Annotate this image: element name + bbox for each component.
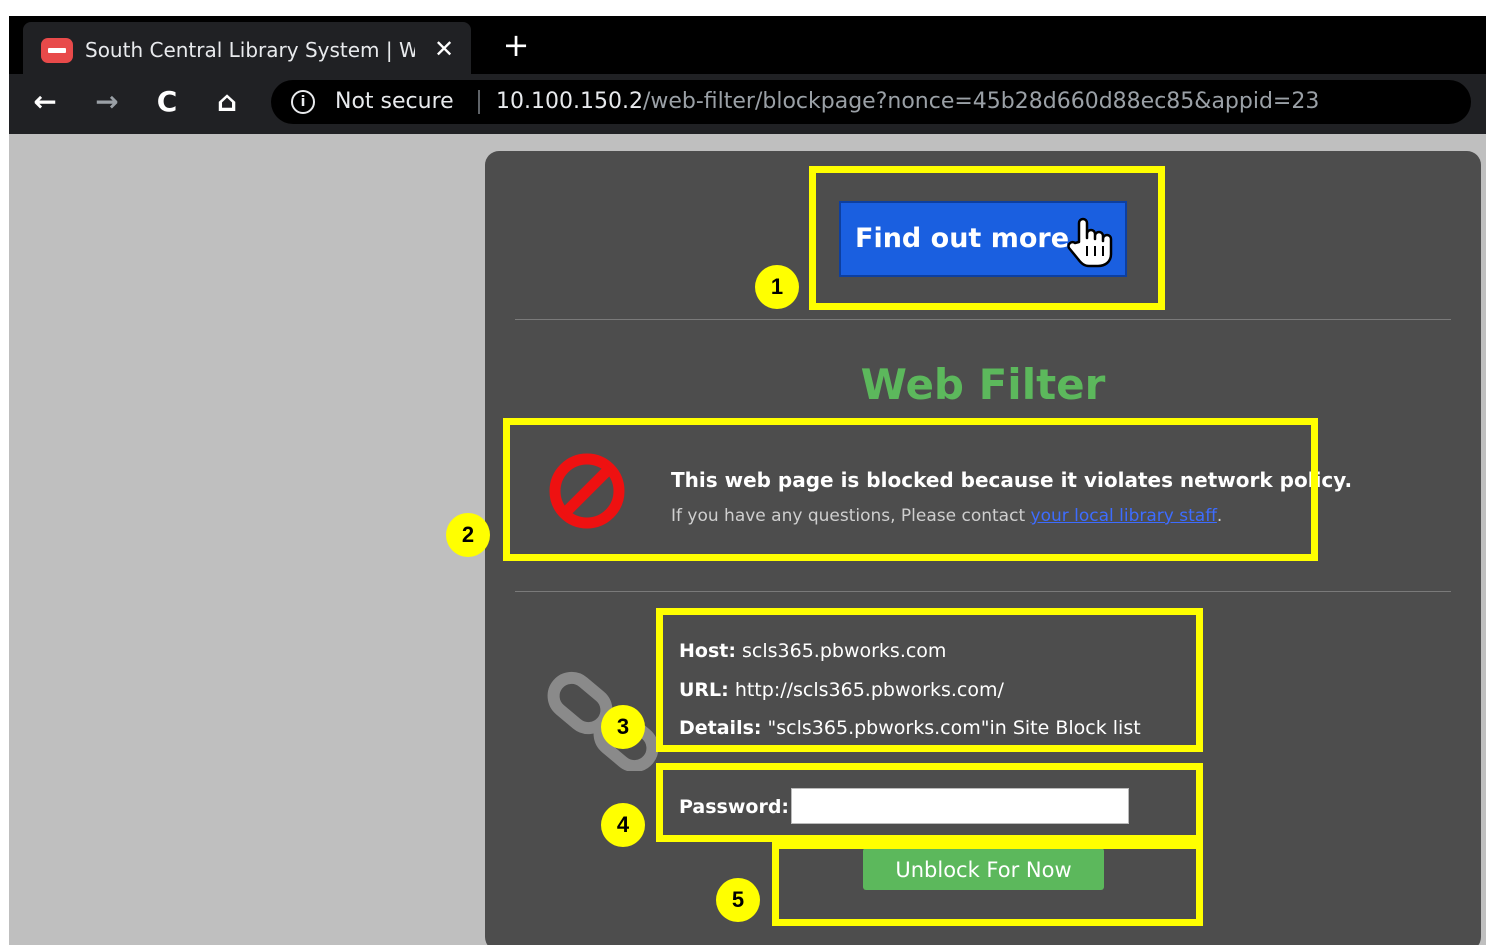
annotation-badge-5: 5: [716, 878, 760, 922]
close-icon[interactable]: ✕: [430, 34, 458, 64]
forward-arrow-icon[interactable]: →: [89, 84, 125, 120]
annotation-badge-2: 2: [446, 513, 490, 557]
details-row: Details: "scls365.pbworks.com"in Site Bl…: [679, 713, 1199, 743]
block-icon: [549, 453, 625, 529]
contact-staff-link[interactable]: your local library staff: [1031, 506, 1217, 526]
contact-prefix: If you have any questions, Please contac…: [671, 506, 1031, 526]
contact-suffix: .: [1216, 506, 1223, 526]
host-row: Host: scls365.pbworks.com: [679, 636, 1199, 666]
home-icon[interactable]: ⌂: [209, 84, 245, 120]
url-row: URL: http://scls365.pbworks.com/: [679, 675, 1199, 705]
browser-tab[interactable]: South Central Library System | Web Filte…: [23, 22, 471, 74]
host-value: scls365.pbworks.com: [742, 640, 947, 662]
tab-title: South Central Library System | Web Filte…: [85, 38, 415, 62]
password-field[interactable]: [791, 788, 1129, 824]
browser-window: South Central Library System | Web Filte…: [9, 16, 1486, 945]
details-value: "scls365.pbworks.com"in Site Block list: [767, 717, 1141, 739]
unblock-button[interactable]: Unblock For Now: [863, 848, 1104, 890]
url-host: 10.100.150.2: [496, 89, 643, 114]
annotation-badge-3: 3: [601, 705, 645, 749]
annotation-badge-1: 1: [755, 265, 799, 309]
tab-bar: South Central Library System | Web Filte…: [9, 16, 1486, 74]
address-bar[interactable]: i Not secure 10.100.150.2/web-filter/blo…: [271, 80, 1471, 124]
back-arrow-icon[interactable]: ←: [27, 84, 63, 120]
info-icon[interactable]: i: [291, 90, 315, 114]
blocked-message: This web page is blocked because it viol…: [671, 468, 1353, 492]
contact-line: If you have any questions, Please contac…: [671, 503, 1331, 529]
plus-icon[interactable]: +: [499, 29, 533, 64]
details-label: Details:: [679, 717, 762, 739]
stop-favicon-icon: [41, 38, 73, 63]
security-indicator[interactable]: Not secure: [335, 88, 454, 116]
url-path: /web-filter/blockpage?nonce=45b28d660d88…: [642, 89, 1320, 114]
url-label: URL:: [679, 679, 729, 701]
omnibox-divider: [478, 90, 480, 114]
section-divider-bottom: [515, 591, 1451, 592]
annotation-badge-4: 4: [601, 803, 645, 847]
reload-icon[interactable]: C: [149, 84, 185, 120]
section-divider-top: [515, 319, 1451, 320]
password-label: Password:: [679, 796, 790, 818]
page-title: Web Filter: [860, 360, 1106, 409]
browser-toolbar: ← → C ⌂ i Not secure 10.100.150.2/web-fi…: [9, 74, 1486, 134]
host-label: Host:: [679, 640, 736, 662]
url-text[interactable]: 10.100.150.2/web-filter/blockpage?nonce=…: [496, 88, 1319, 116]
url-value: http://scls365.pbworks.com/: [734, 679, 1004, 701]
hand-pointer-icon: [1067, 217, 1113, 268]
